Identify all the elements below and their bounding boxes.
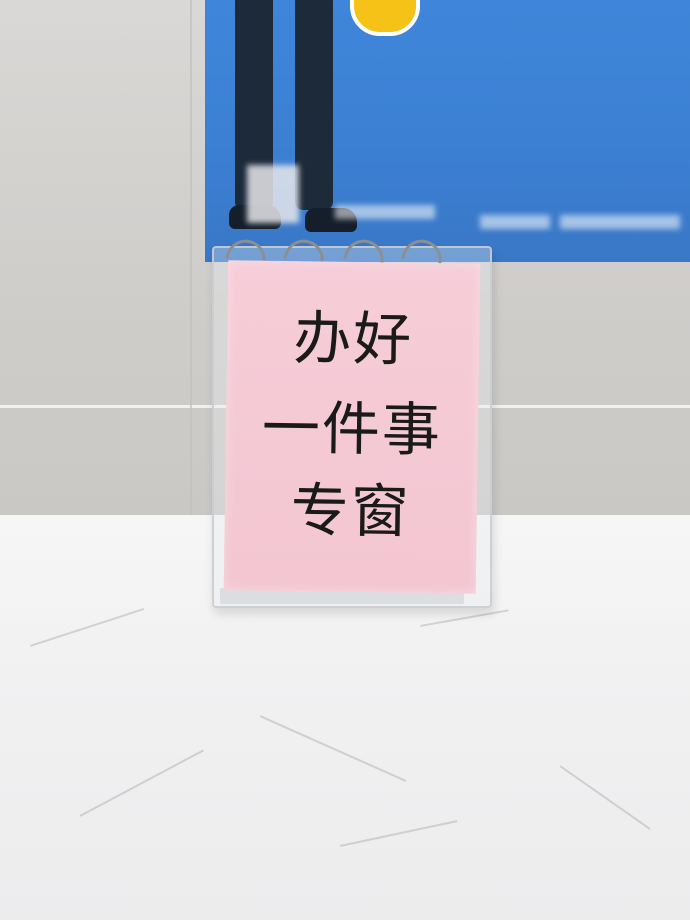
poster-yellow-graphic [350, 0, 420, 36]
pink-paper-sign: 办好 一件事 专窗 [223, 260, 481, 594]
marble-vein [259, 715, 407, 782]
wall-poster [205, 0, 690, 262]
marble-vein [29, 607, 145, 647]
poster-figure-leg-right [295, 0, 333, 210]
marble-vein [339, 820, 458, 847]
marble-vein [79, 749, 205, 817]
blurred-poster-text [335, 205, 435, 219]
sign-text-line-3: 专窗 [290, 476, 412, 546]
marble-vein [419, 609, 509, 627]
sign-text-line-1: 办好 [292, 304, 414, 374]
tile-grout-vertical [190, 0, 192, 520]
blurred-poster-text [560, 215, 680, 229]
blurred-poster-text [480, 215, 550, 229]
sign-text-line-2: 一件事 [261, 393, 443, 465]
marble-vein [559, 765, 651, 830]
blurred-qr-code [247, 165, 299, 223]
